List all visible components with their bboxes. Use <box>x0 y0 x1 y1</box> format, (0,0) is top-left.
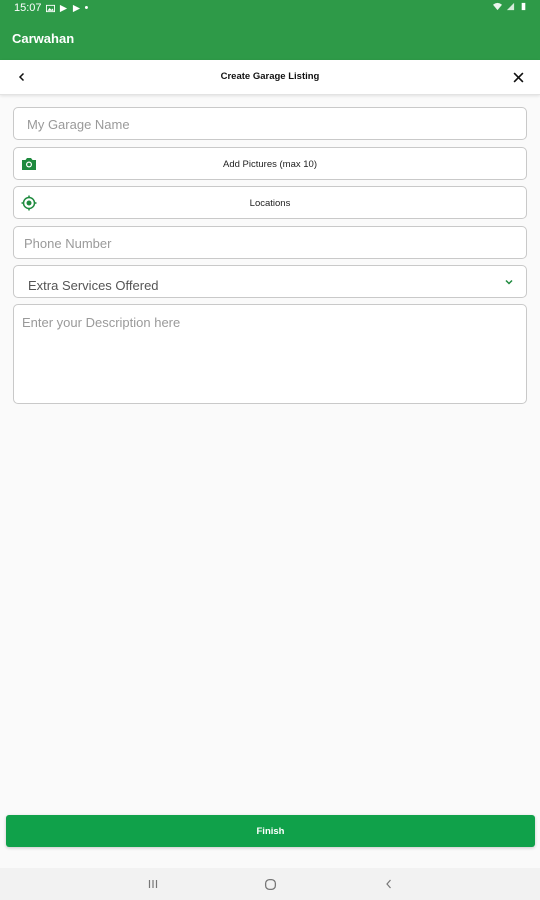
signal-icon <box>506 2 515 11</box>
locations-button[interactable]: Locations <box>13 186 527 219</box>
more-notifications-dot: • <box>84 2 89 14</box>
phone-number-placeholder: Phone Number <box>24 236 112 251</box>
garage-name-placeholder: My Garage Name <box>27 117 130 132</box>
description-textarea[interactable]: Enter your Description here <box>13 304 527 404</box>
chevron-down-icon <box>505 279 513 285</box>
recents-icon <box>148 880 158 888</box>
add-pictures-button[interactable]: Add Pictures (max 10) <box>13 147 527 180</box>
description-placeholder: Enter your Description here <box>22 315 181 330</box>
page-title: Create Garage Listing <box>220 71 320 82</box>
finish-label: Finish <box>256 825 285 837</box>
app-title: Carwahan <box>12 31 75 46</box>
recents-button[interactable] <box>145 876 161 892</box>
home-icon <box>264 878 276 890</box>
page-header: Create Garage Listing <box>0 60 540 95</box>
finish-button[interactable]: Finish <box>6 815 535 847</box>
close-icon <box>513 72 523 82</box>
close-button[interactable] <box>509 68 527 86</box>
app-bar: Carwahan <box>0 18 540 60</box>
extra-services-label: Extra Services Offered <box>28 278 159 293</box>
extra-services-dropdown[interactable]: Extra Services Offered <box>13 265 527 298</box>
gallery-notification-icon <box>45 4 55 12</box>
system-navigation-bar <box>0 868 540 900</box>
phone-number-input[interactable]: Phone Number <box>13 226 527 259</box>
play-store-notification-icon <box>59 4 67 12</box>
wifi-icon <box>493 2 502 11</box>
locations-label: Locations <box>249 198 291 209</box>
status-bar: 15:07 • <box>0 0 540 18</box>
home-button[interactable] <box>262 876 278 892</box>
garage-name-input[interactable]: My Garage Name <box>13 107 527 140</box>
status-time: 15:07 <box>14 2 42 14</box>
nav-back-button[interactable] <box>381 876 397 892</box>
add-pictures-label: Add Pictures (max 10) <box>223 159 317 170</box>
play-store-notification-icon-2 <box>72 4 80 12</box>
battery-icon <box>521 2 526 11</box>
nav-back-icon <box>386 879 391 889</box>
